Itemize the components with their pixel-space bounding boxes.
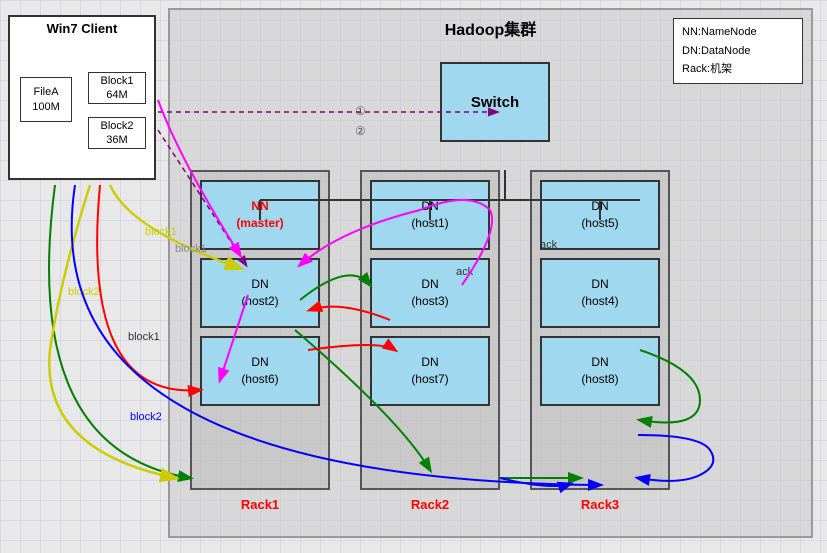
- dn-host6-box: DN (host6): [200, 336, 320, 406]
- dn-host2-line1: DN: [251, 276, 268, 293]
- dn-host4-box: DN (host4): [540, 258, 660, 328]
- dn-host2-box: DN (host2): [200, 258, 320, 328]
- legend-line3: Rack:机架: [682, 60, 794, 79]
- nn-master-label: (master): [236, 215, 283, 232]
- block2-label-left: block2: [68, 286, 100, 298]
- rack3-label: Rack3: [530, 497, 670, 512]
- hadoop-cluster: Hadoop集群 NN:NameNode DN:DataNode Rack:机架…: [168, 8, 813, 538]
- filea-line1: FileA: [33, 85, 58, 99]
- dn-host2-line2: (host2): [241, 293, 278, 310]
- dn-host4-line2: (host4): [581, 293, 618, 310]
- dn-host8-line1: DN: [591, 354, 608, 371]
- block2-line2: 36M: [106, 133, 127, 147]
- rack2-label: Rack2: [360, 497, 500, 512]
- block1-label-right: block1: [128, 331, 160, 343]
- rack1-inner: NN (master) DN (host2) DN (host6): [190, 170, 330, 490]
- switch-box: Switch: [440, 62, 550, 142]
- block1-box: Block1 64M: [88, 72, 146, 104]
- rack1-wrapper: NN (master) DN (host2) DN (host6) Rack1: [190, 170, 330, 516]
- legend-line1: NN:NameNode: [682, 23, 794, 42]
- dn-host1-box: DN (host1): [370, 180, 490, 250]
- dn-host8-box: DN (host8): [540, 336, 660, 406]
- dn-host7-line1: DN: [421, 354, 438, 371]
- dn-host6-line1: DN: [251, 354, 268, 371]
- block2-label-blue: block2: [130, 411, 162, 423]
- legend-box: NN:NameNode DN:DataNode Rack:机架: [673, 18, 803, 84]
- dn-host3-box: DN (host3): [370, 258, 490, 328]
- block2-line1: Block2: [100, 119, 133, 133]
- dn-host7-box: DN (host7): [370, 336, 490, 406]
- rack3-inner: DN (host5) DN (host4) DN (host8): [530, 170, 670, 490]
- dn-host7-line2: (host7): [411, 371, 448, 388]
- nn-label: NN: [251, 198, 268, 215]
- block2-box: Block2 36M: [88, 117, 146, 149]
- win7-client-title: Win7 Client: [10, 17, 154, 42]
- block1-line2: 64M: [106, 88, 127, 102]
- switch-label: Switch: [471, 94, 519, 111]
- yellow-block2: [49, 185, 175, 478]
- dn-host5-box: DN (host5): [540, 180, 660, 250]
- dn-host6-line2: (host6): [241, 371, 278, 388]
- dn-host5-line1: DN: [591, 198, 608, 215]
- dn-host8-line2: (host8): [581, 371, 618, 388]
- dn-host3-line2: (host3): [411, 293, 448, 310]
- dn-host3-line1: DN: [421, 276, 438, 293]
- dn-host1-line1: DN: [421, 198, 438, 215]
- legend-line2: DN:DataNode: [682, 42, 794, 61]
- rack2-inner: DN (host1) DN (host3) DN (host7): [360, 170, 500, 490]
- rack3-wrapper: DN (host5) DN (host4) DN (host8) Rack3: [530, 170, 670, 516]
- dn-host5-line2: (host5): [581, 215, 618, 232]
- nn-master-box: NN (master): [200, 180, 320, 250]
- win7-client-box: Win7 Client FileA 100M Block1 64M Block2…: [8, 15, 156, 180]
- dn-host4-line1: DN: [591, 276, 608, 293]
- rack2-wrapper: DN (host1) DN (host3) DN (host7) Rack2: [360, 170, 500, 516]
- block1-line1: Block1: [100, 74, 133, 88]
- rack1-label: Rack1: [190, 497, 330, 512]
- filea-box: FileA 100M: [20, 77, 72, 122]
- filea-line2: 100M: [32, 100, 60, 114]
- dn-host1-line2: (host1): [411, 215, 448, 232]
- canvas: Win7 Client FileA 100M Block1 64M Block2…: [0, 0, 827, 553]
